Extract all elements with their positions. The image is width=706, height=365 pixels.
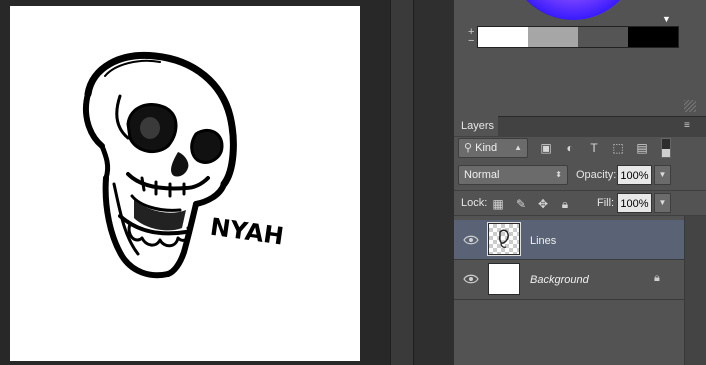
- panel-dock-strip: [414, 0, 454, 365]
- swatch-black[interactable]: [628, 27, 678, 47]
- layer-thumbnail-lines[interactable]: [487, 222, 521, 256]
- swatch-light-gray[interactable]: [528, 27, 578, 47]
- lock-position-icon[interactable]: ✥: [536, 197, 550, 211]
- tab-layers[interactable]: Layers: [454, 116, 498, 136]
- resize-grip-icon[interactable]: [684, 100, 696, 112]
- filter-kind-dropdown[interactable]: ⚲ Kind ▲: [458, 138, 528, 158]
- panel-menu-icon[interactable]: ≡: [684, 120, 690, 131]
- swatch-white[interactable]: [478, 27, 528, 47]
- filter-toggle[interactable]: [661, 138, 671, 158]
- layers-scrollbar[interactable]: [684, 216, 706, 365]
- fill-label: Fill:: [597, 197, 615, 209]
- layer-thumbnail-background[interactable]: [488, 263, 520, 295]
- wheel-marker-icon[interactable]: ▼: [662, 14, 671, 24]
- lock-transparent-pixels-icon[interactable]: ▦: [491, 197, 505, 211]
- lock-all-icon[interactable]: 🔒︎: [558, 197, 572, 211]
- panel-divider: [390, 0, 414, 365]
- lock-label: Lock:: [461, 197, 488, 209]
- search-icon: ⚲: [464, 142, 473, 154]
- opacity-input[interactable]: 100%: [617, 165, 652, 185]
- filter-kind-label: Kind: [475, 142, 498, 154]
- lock-icon: 🔒︎: [654, 272, 660, 284]
- eye-icon[interactable]: [463, 274, 479, 284]
- lock-image-pixels-icon[interactable]: ✎: [514, 197, 528, 211]
- type-filter-icon[interactable]: T: [587, 141, 601, 155]
- image-filter-icon[interactable]: ▣: [539, 141, 553, 155]
- swatch-strip: [477, 26, 679, 48]
- shape-filter-icon[interactable]: ⬚: [611, 141, 625, 155]
- fill-input[interactable]: 100%: [617, 193, 652, 213]
- swatch-dark-gray[interactable]: [578, 27, 628, 47]
- eye-icon[interactable]: [463, 235, 479, 245]
- layer-name[interactable]: Background: [530, 274, 589, 286]
- skull-artwork: NYAH: [82, 51, 285, 279]
- opacity-label: Opacity:: [576, 169, 617, 181]
- smart-object-filter-icon[interactable]: ▤: [635, 141, 649, 155]
- opacity-dropdown-icon[interactable]: ▼: [654, 165, 671, 185]
- blend-mode-dropdown[interactable]: Normal ⬍: [458, 165, 568, 185]
- document-canvas[interactable]: NYAH: [10, 6, 360, 361]
- artwork-text: NYAH: [208, 213, 285, 251]
- dropdown-arrow-icon: ⬍: [555, 170, 562, 179]
- layer-name[interactable]: Lines: [530, 235, 556, 247]
- remove-swatch-icon[interactable]: −: [468, 36, 474, 47]
- dropdown-arrow-icon: ▲: [514, 143, 522, 152]
- adjustment-filter-icon[interactable]: ◐: [563, 141, 577, 155]
- fill-dropdown-icon[interactable]: ▼: [654, 193, 671, 213]
- blend-mode-value: Normal: [464, 169, 500, 181]
